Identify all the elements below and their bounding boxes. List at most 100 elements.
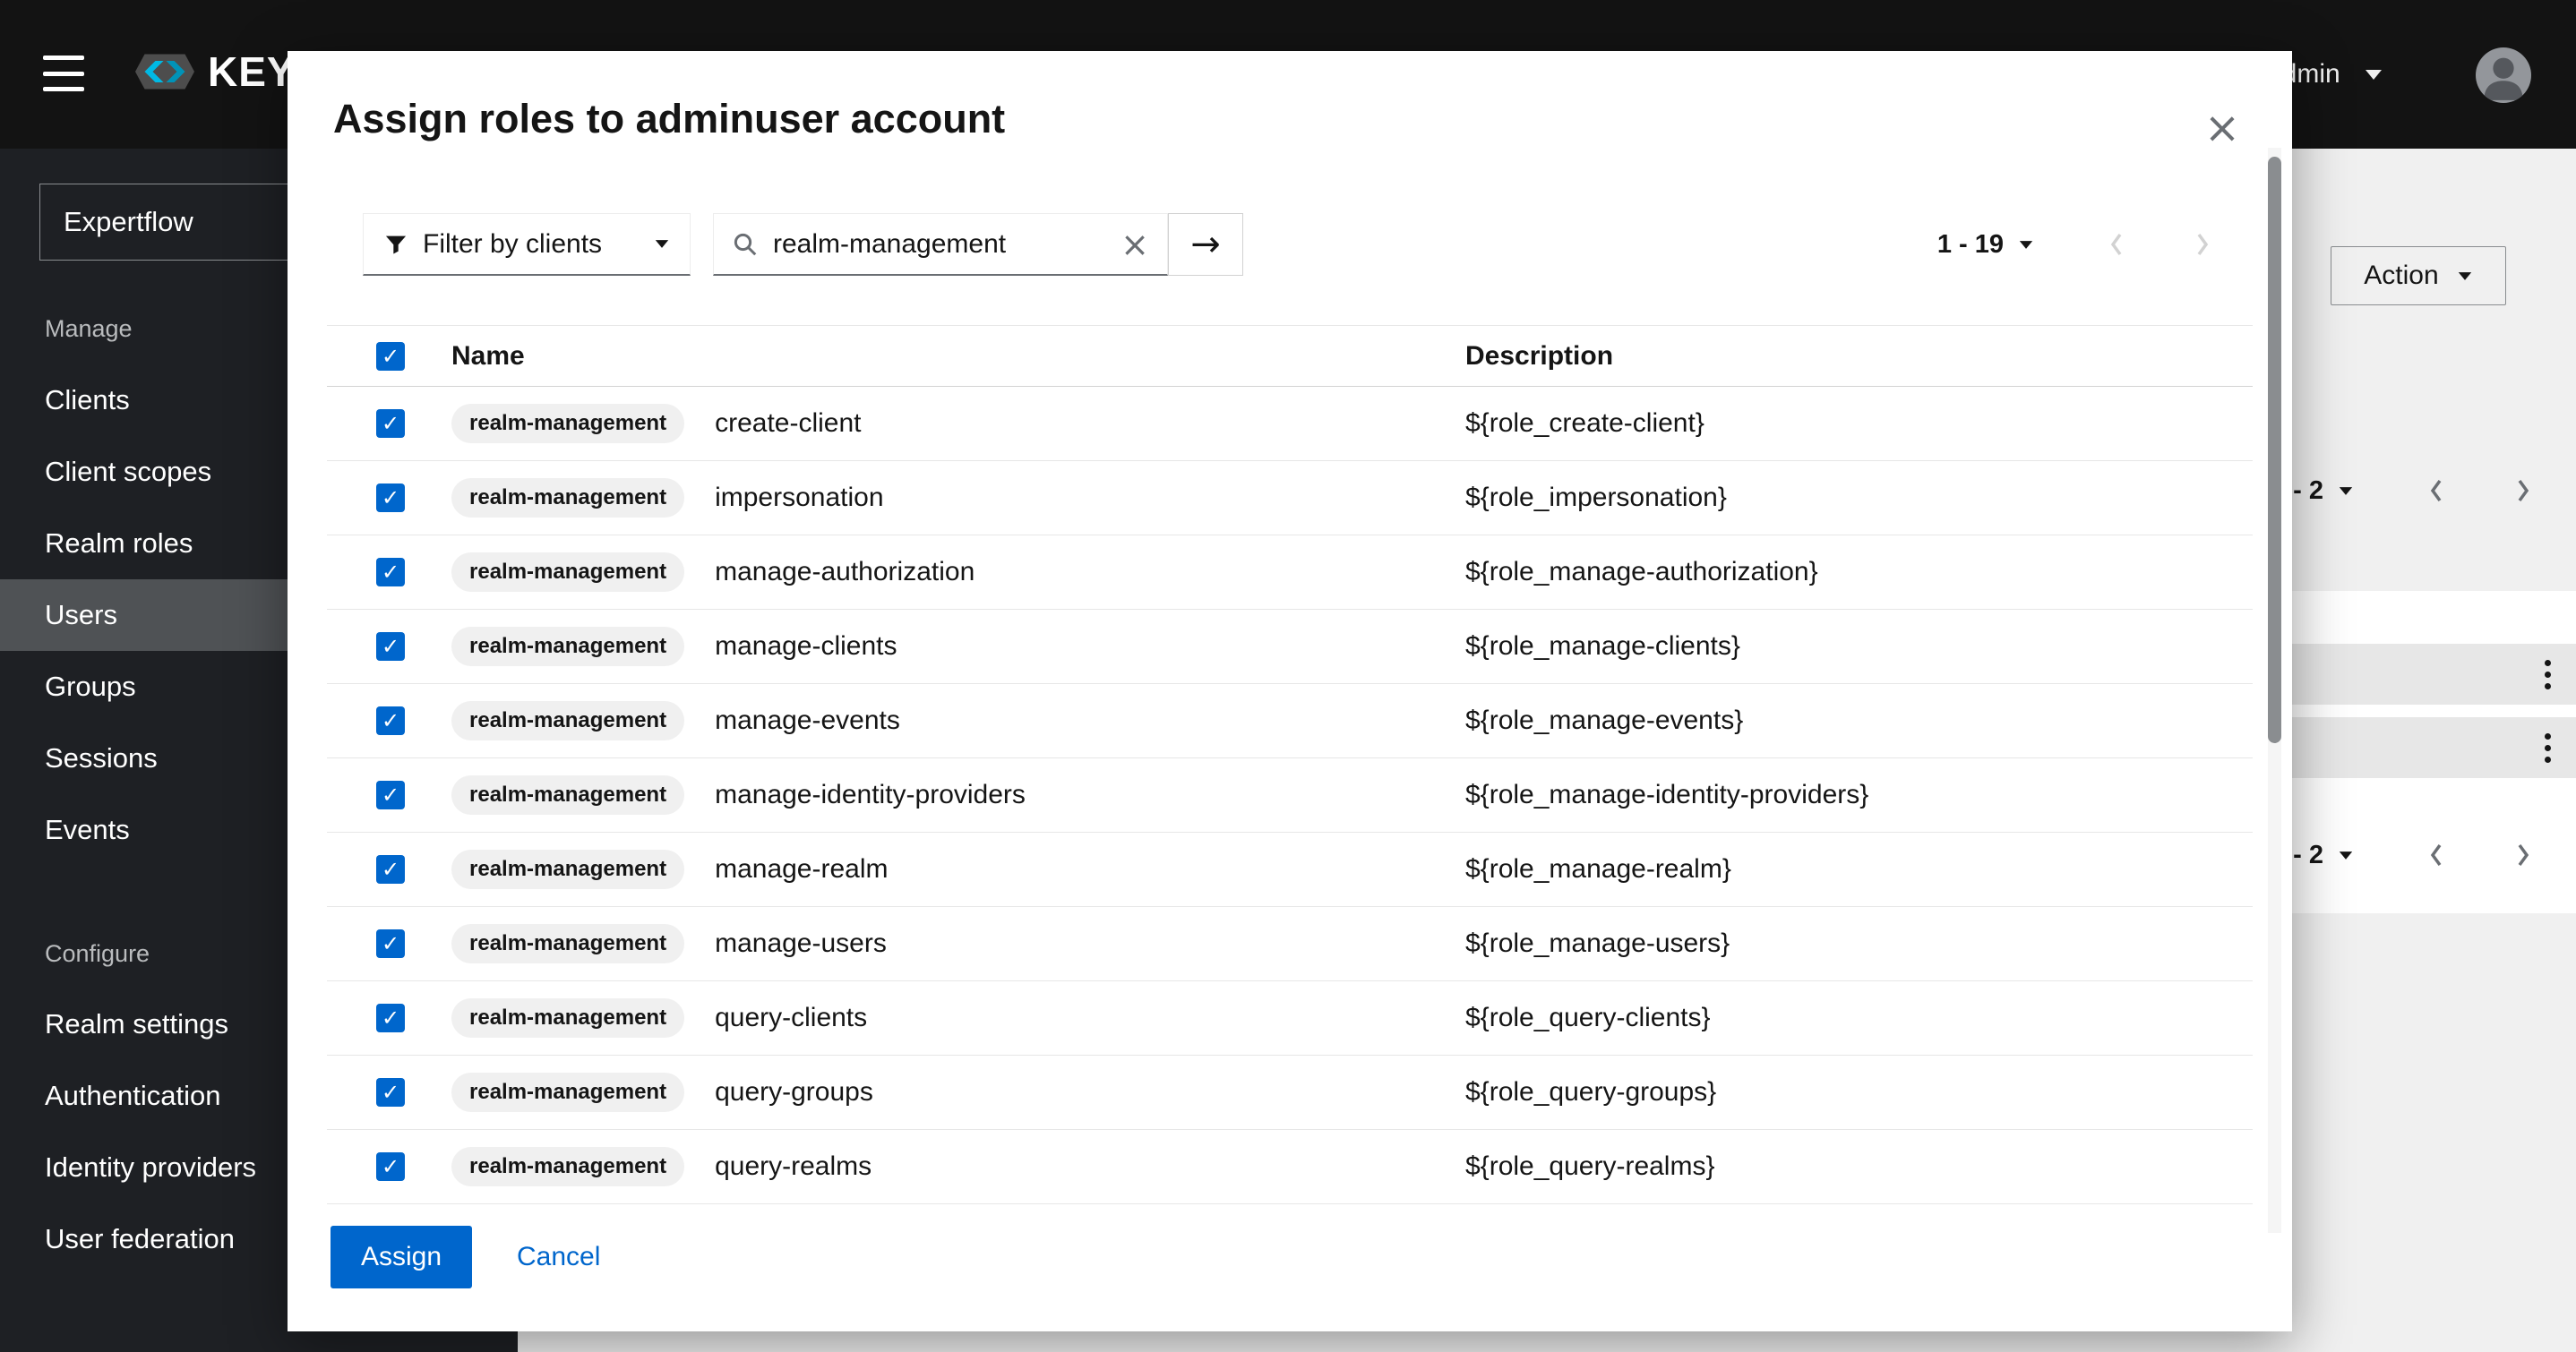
row-checkbox[interactable]: ✓ <box>376 706 405 735</box>
role-name: query-realms <box>715 1151 872 1182</box>
role-description: ${role_query-clients} <box>1465 1003 2253 1033</box>
modal-footer: Assign Cancel <box>331 1226 600 1288</box>
table-row: ✓ realm-management impersonation ${role_… <box>327 461 2253 535</box>
role-name: create-client <box>715 408 861 439</box>
chevron-down-icon <box>2366 70 2382 80</box>
table-row: ✓ realm-management manage-authorization … <box>327 535 2253 610</box>
role-description: ${role_query-groups} <box>1465 1077 2253 1108</box>
role-badge: realm-management <box>451 1147 684 1186</box>
filter-by-clients-dropdown[interactable]: Filter by clients <box>363 213 691 276</box>
search-input[interactable] <box>773 229 1106 260</box>
row-checkbox[interactable]: ✓ <box>376 1004 405 1032</box>
clear-search-icon[interactable]: × <box>1121 227 1149 261</box>
nav-toggle-icon[interactable] <box>43 56 84 91</box>
chevron-down-icon <box>2458 272 2470 280</box>
role-badge: realm-management <box>451 998 684 1038</box>
pagination-prev-icon[interactable] <box>2417 462 2456 519</box>
row-checkbox[interactable]: ✓ <box>376 1078 405 1107</box>
modal-toolbar: Filter by clients × → 1 - 19 <box>288 213 2292 276</box>
table-row: ✓ realm-management manage-clients ${role… <box>327 610 2253 684</box>
role-name: manage-identity-providers <box>715 780 1026 810</box>
row-checkbox[interactable]: ✓ <box>376 929 405 958</box>
filter-label: Filter by clients <box>423 229 640 260</box>
role-name: manage-realm <box>715 854 888 885</box>
scrollbar-thumb[interactable] <box>2268 157 2281 743</box>
kebab-menu-icon[interactable] <box>2529 717 2565 778</box>
pagination-next-icon[interactable] <box>2503 462 2543 519</box>
select-all-checkbox[interactable]: ✓ <box>376 342 405 371</box>
role-name: manage-authorization <box>715 557 975 587</box>
table-row: ✓ realm-management manage-users ${role_m… <box>327 907 2253 981</box>
filter-icon <box>383 232 408 257</box>
table-row: ✓ realm-management manage-identity-provi… <box>327 758 2253 833</box>
role-name: query-clients <box>715 1003 867 1033</box>
role-description: ${role_manage-users} <box>1465 928 2253 959</box>
role-badge: realm-management <box>451 850 684 889</box>
search-submit-button[interactable]: → <box>1168 213 1243 276</box>
role-badge: realm-management <box>451 1073 684 1112</box>
role-description: ${role_query-realms} <box>1465 1151 2253 1182</box>
table-row: ✓ realm-management query-clients ${role_… <box>327 981 2253 1056</box>
user-avatar-icon <box>2476 47 2531 103</box>
role-badge: realm-management <box>451 404 684 443</box>
role-description: ${role_impersonation} <box>1465 483 2253 513</box>
close-icon[interactable]: × <box>2195 101 2249 155</box>
chevron-down-icon <box>2340 851 2352 860</box>
row-checkbox[interactable]: ✓ <box>376 855 405 884</box>
chevron-down-icon <box>656 240 668 248</box>
column-header-name: Name <box>451 341 1465 372</box>
role-description: ${role_manage-identity-providers} <box>1465 780 2253 810</box>
role-badge: realm-management <box>451 775 684 815</box>
search-icon <box>732 231 759 258</box>
role-name: manage-events <box>715 706 900 736</box>
row-checkbox[interactable]: ✓ <box>376 483 405 512</box>
role-search-box: × <box>713 213 1168 276</box>
role-badge: realm-management <box>451 552 684 592</box>
row-checkbox[interactable]: ✓ <box>376 558 405 586</box>
assign-roles-modal: Assign roles to adminuser account × Filt… <box>288 51 2292 1331</box>
chevron-down-icon <box>2020 241 2032 249</box>
roles-table: ✓ Name Description ✓ realm-management cr… <box>327 325 2253 1204</box>
realm-name: Expertflow <box>64 206 193 238</box>
avatar[interactable] <box>2476 47 2531 103</box>
role-description: ${role_create-client} <box>1465 408 2253 439</box>
pagination-prev-icon[interactable] <box>2097 216 2136 273</box>
modal-pagination: 1 - 19 <box>1937 213 2222 276</box>
table-row: ✓ realm-management manage-events ${role_… <box>327 684 2253 758</box>
row-checkbox[interactable]: ✓ <box>376 1152 405 1181</box>
column-header-description: Description <box>1465 341 2253 372</box>
role-description: ${role_manage-clients} <box>1465 631 2253 662</box>
pagination-next-icon[interactable] <box>2503 826 2543 884</box>
assign-button[interactable]: Assign <box>331 1226 472 1288</box>
row-checkbox[interactable]: ✓ <box>376 632 405 661</box>
chevron-down-icon <box>2340 487 2352 495</box>
modal-title: Assign roles to adminuser account <box>333 96 1005 142</box>
role-badge: realm-management <box>451 627 684 666</box>
role-description: ${role_manage-authorization} <box>1465 557 2253 587</box>
role-name: manage-users <box>715 928 887 959</box>
row-checkbox[interactable]: ✓ <box>376 409 405 438</box>
table-header-row: ✓ Name Description <box>327 326 2253 387</box>
table-row: ✓ realm-management query-groups ${role_q… <box>327 1056 2253 1130</box>
modal-scrollbar[interactable] <box>2268 148 2281 1233</box>
table-row: ✓ realm-management manage-realm ${role_m… <box>327 833 2253 907</box>
role-badge: realm-management <box>451 478 684 518</box>
role-name: manage-clients <box>715 631 897 662</box>
role-badge: realm-management <box>451 701 684 740</box>
action-dropdown-button[interactable]: Action <box>2331 246 2506 305</box>
roles-table-body: ✓ realm-management create-client ${role_… <box>327 387 2253 1204</box>
cancel-button[interactable]: Cancel <box>517 1242 600 1272</box>
pagination-range[interactable]: 1 - 19 <box>1937 230 2004 260</box>
keycloak-logo-icon <box>133 39 197 104</box>
table-row: ✓ realm-management create-client ${role_… <box>327 387 2253 461</box>
pagination-next-icon[interactable] <box>2183 216 2222 273</box>
role-description: ${role_manage-realm} <box>1465 854 2253 885</box>
role-name: query-groups <box>715 1077 873 1108</box>
role-name: impersonation <box>715 483 883 513</box>
row-checkbox[interactable]: ✓ <box>376 781 405 809</box>
pagination-prev-icon[interactable] <box>2417 826 2456 884</box>
table-row: ✓ realm-management query-realms ${role_q… <box>327 1130 2253 1204</box>
role-badge: realm-management <box>451 924 684 963</box>
kebab-menu-icon[interactable] <box>2529 644 2565 705</box>
role-description: ${role_manage-events} <box>1465 706 2253 736</box>
